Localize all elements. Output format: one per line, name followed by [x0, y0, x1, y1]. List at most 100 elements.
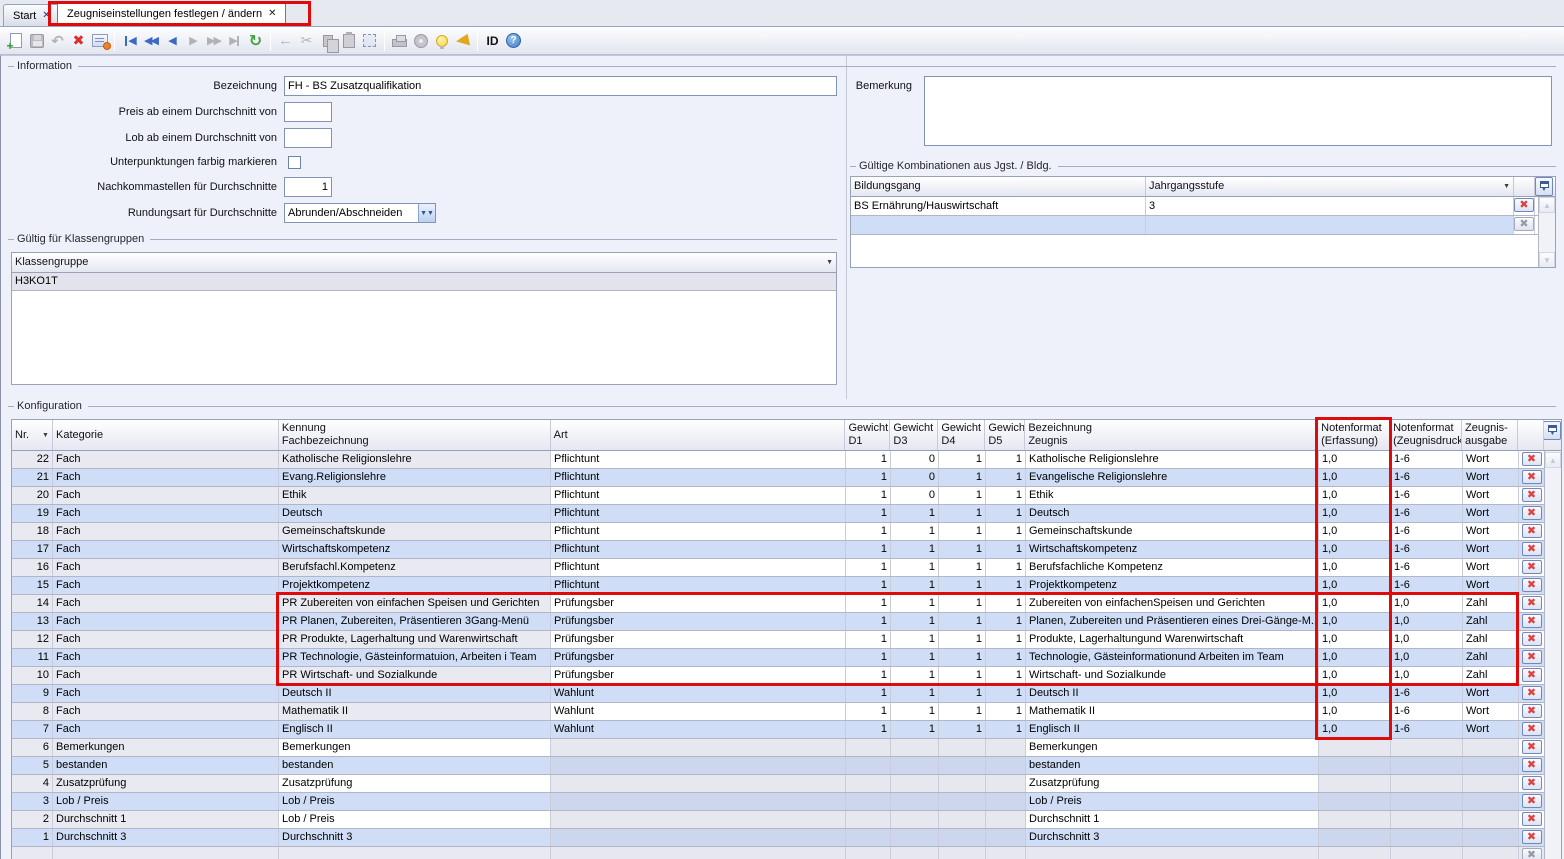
cell-d4[interactable]: 1: [939, 559, 986, 576]
cell-d1[interactable]: [846, 829, 891, 846]
cell-d1[interactable]: 1: [846, 541, 891, 558]
cell-nf_druck[interactable]: [1391, 829, 1463, 846]
cell-nr[interactable]: 6: [12, 739, 53, 756]
cell-art[interactable]: Pflichtunt: [551, 523, 846, 540]
cell-nr[interactable]: 22: [12, 451, 53, 468]
cell-art[interactable]: [551, 739, 846, 756]
cell-d1[interactable]: 1: [846, 487, 891, 504]
cell-del[interactable]: ✖: [1519, 577, 1545, 594]
cell-d1[interactable]: 1: [846, 595, 891, 612]
cell-d1[interactable]: 1: [846, 631, 891, 648]
cell-d4[interactable]: 1: [939, 451, 986, 468]
cell-nr[interactable]: 16: [12, 559, 53, 576]
cell-d3[interactable]: 0: [891, 487, 939, 504]
cell-d5[interactable]: [986, 811, 1026, 828]
cell-d4[interactable]: [939, 829, 986, 846]
cell-d1[interactable]: 1: [846, 469, 891, 486]
cell-d4[interactable]: [939, 739, 986, 756]
cell-kennung[interactable]: PR Zubereiten von einfachen Speisen und …: [279, 595, 551, 612]
cell-bezeichnung[interactable]: Durchschnitt 1: [1026, 811, 1319, 828]
table-row[interactable]: 8FachMathematik IIWahlunt1111Mathematik …: [12, 703, 1546, 721]
cell-d5[interactable]: 1: [986, 685, 1026, 702]
cell-kennung[interactable]: Gemeinschaftskunde: [279, 523, 551, 540]
cell-d1[interactable]: 1: [846, 703, 891, 720]
table-row[interactable]: 20FachEthikPflichtunt1011Ethik1,01-6Wort…: [12, 487, 1546, 505]
cell-nf_druck[interactable]: [1391, 793, 1463, 810]
cell-art[interactable]: Pflichtunt: [551, 451, 846, 468]
cell-delete[interactable]: ✖: [1514, 216, 1535, 234]
preis-input[interactable]: [284, 102, 332, 122]
delete-row-button[interactable]: ✖: [1514, 217, 1534, 231]
cell-kategorie[interactable]: Bemerkungen: [53, 739, 279, 756]
refresh-button[interactable]: ↻: [245, 30, 266, 52]
cell-bezeichnung[interactable]: Deutsch: [1026, 505, 1319, 522]
cell-nf_erfassung[interactable]: 1,0: [1319, 505, 1391, 522]
cell-kennung[interactable]: Deutsch: [279, 505, 551, 522]
cell-kennung[interactable]: Englisch II: [279, 721, 551, 738]
cell-d4[interactable]: 1: [939, 523, 986, 540]
cell-d5[interactable]: [986, 757, 1026, 774]
cell-d3[interactable]: 1: [891, 649, 939, 666]
cell-kategorie[interactable]: Fach: [53, 703, 279, 720]
delete-row-button[interactable]: ✖: [1522, 776, 1542, 790]
delete-row-button[interactable]: ✖: [1522, 794, 1542, 808]
cell-kennung[interactable]: Lob / Preis: [279, 811, 551, 828]
delete-row-button[interactable]: ✖: [1522, 470, 1542, 484]
table-row[interactable]: 14FachPR Zubereiten von einfachen Speise…: [12, 595, 1546, 613]
cell-d3[interactable]: 1: [891, 613, 939, 630]
cell-ausgabe[interactable]: Wort: [1463, 721, 1519, 738]
previous-fast-button[interactable]: ◀◀: [140, 30, 161, 52]
cell-d4[interactable]: 1: [939, 595, 986, 612]
first-record-button[interactable]: ◀: [119, 30, 140, 52]
cell-nr[interactable]: 3: [12, 793, 53, 810]
table-row[interactable]: 16FachBerufsfachl.KompetenzPflichtunt111…: [12, 559, 1546, 577]
tab-start[interactable]: Start ✕: [3, 4, 61, 26]
cell-d3[interactable]: [891, 739, 939, 756]
column-header-kategorie[interactable]: Kategorie: [53, 420, 279, 450]
disc-button[interactable]: [410, 30, 431, 52]
undo-button[interactable]: ↶: [47, 30, 68, 52]
bemerkung-textarea[interactable]: [924, 76, 1552, 146]
close-icon[interactable]: ✕: [268, 9, 276, 19]
cell-nf_erfassung[interactable]: 1,0: [1319, 649, 1391, 666]
cell-del[interactable]: ✖: [1519, 721, 1545, 738]
cell-nf_druck[interactable]: 1,0: [1391, 595, 1463, 612]
cell-nr[interactable]: 20: [12, 487, 53, 504]
table-row[interactable]: 5bestandenbestandenbestanden✖: [12, 757, 1546, 775]
column-header-nf_erfassung[interactable]: Notenformat(Erfassung): [1318, 420, 1390, 450]
form-settings-button[interactable]: [89, 30, 110, 52]
last-record-button[interactable]: ▶: [224, 30, 245, 52]
cell-nf_druck[interactable]: 1-6: [1391, 559, 1463, 576]
table-row[interactable]: 13FachPR Planen, Zubereiten, Präsentiere…: [12, 613, 1546, 631]
cell-nf_druck[interactable]: 1,0: [1391, 613, 1463, 630]
cell-bezeichnung[interactable]: Projektkompetenz: [1026, 577, 1319, 594]
cell-d3[interactable]: [891, 829, 939, 846]
cell-art[interactable]: Wahlunt: [551, 721, 846, 738]
delete-row-button[interactable]: ✖: [1522, 560, 1542, 574]
cell-ausgabe[interactable]: Wort: [1463, 469, 1519, 486]
cell-nf_druck[interactable]: 1-6: [1391, 721, 1463, 738]
cell-nf_erfassung[interactable]: 1,0: [1319, 595, 1391, 612]
chevron-down-icon[interactable]: ▼▼: [418, 204, 435, 222]
cell-d1[interactable]: 1: [846, 577, 891, 594]
cell-ausgabe[interactable]: Zahl: [1463, 667, 1519, 684]
delete-row-button[interactable]: ✖: [1522, 506, 1542, 520]
cell-d1[interactable]: 1: [846, 721, 891, 738]
cell-kategorie[interactable]: Fach: [53, 721, 279, 738]
cell-kategorie[interactable]: Zusatzprüfung: [53, 775, 279, 792]
delete-button[interactable]: ✖: [68, 30, 89, 52]
cell-nr[interactable]: 17: [12, 541, 53, 558]
table-row[interactable]: 22FachKatholische ReligionslehrePflichtu…: [12, 451, 1546, 469]
cell-d3[interactable]: 0: [891, 451, 939, 468]
delete-row-button[interactable]: ✖: [1522, 488, 1542, 502]
cell-nf_erfassung[interactable]: 1,0: [1319, 631, 1391, 648]
cell-nr[interactable]: 7: [12, 721, 53, 738]
cell-kennung[interactable]: Ethik: [279, 487, 551, 504]
cell-nf_erfassung[interactable]: [1319, 757, 1391, 774]
cell-ausgabe[interactable]: [1463, 775, 1519, 792]
cell-art[interactable]: Prüfungsber: [551, 631, 846, 648]
cell-del[interactable]: ✖: [1519, 775, 1545, 792]
cell-bezeichnung[interactable]: Technologie, Gästeinformationund Arbeite…: [1026, 649, 1319, 666]
cell-art[interactable]: [551, 757, 846, 774]
cell-d4[interactable]: 1: [939, 487, 986, 504]
